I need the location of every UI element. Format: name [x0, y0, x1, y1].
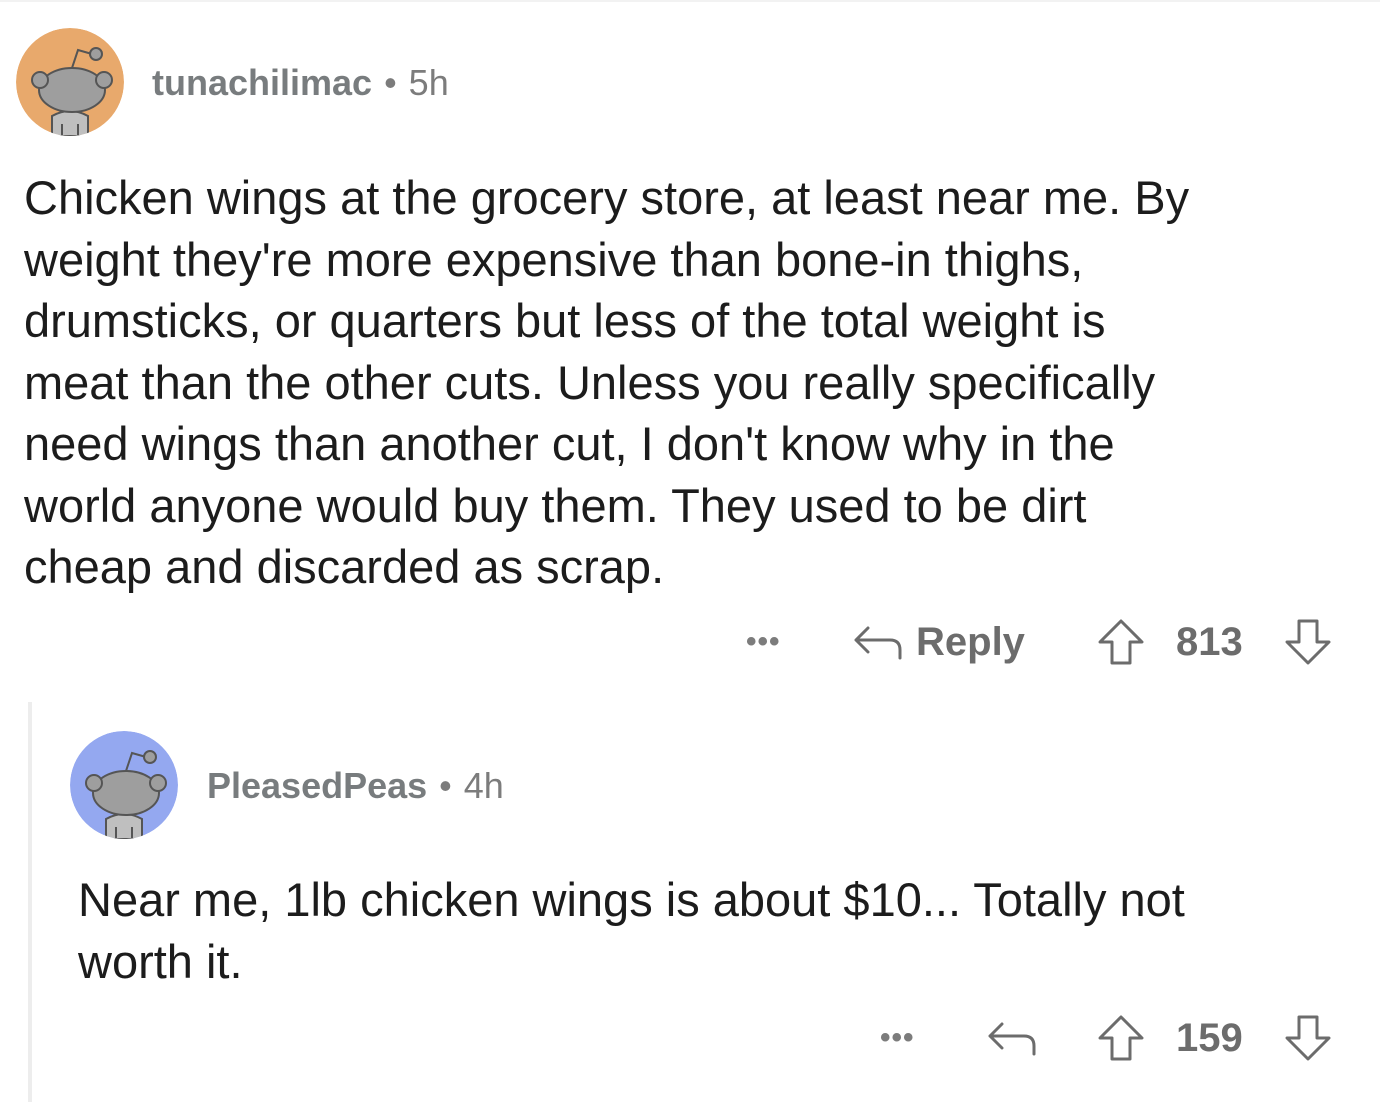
- upvote-arrow-icon: [1098, 619, 1144, 665]
- comment-body: Chicken wings at the grocery store, at l…: [24, 167, 1189, 598]
- snoo-avatar-icon: [16, 28, 124, 136]
- reply-button[interactable]: [986, 1013, 1050, 1063]
- comment-line: cheap and discarded as scrap.: [24, 540, 665, 593]
- comment-line: Chicken wings at the grocery store, at l…: [24, 171, 1190, 224]
- comment-actions: ••• Reply 813: [0, 617, 1380, 667]
- comment-body: Near me, 1lb chicken wings is about $10.…: [78, 869, 1185, 992]
- comment-line: Near me, 1lb chicken wings is about $10.…: [78, 873, 1185, 926]
- meta-separator: •: [384, 62, 397, 103]
- meta-separator: •: [439, 765, 452, 806]
- comment-line: drumsticks, or quarters but less of the …: [24, 294, 1106, 347]
- upvote-button[interactable]: [1096, 617, 1146, 667]
- comment-actions: ••• 159: [0, 1013, 1380, 1063]
- reply-button[interactable]: Reply: [852, 617, 1025, 667]
- comment-meta: PleasedPeas • 4h: [207, 765, 504, 807]
- snoo-avatar-icon: [70, 731, 178, 839]
- comment-line: weight they're more expensive than bone-…: [24, 232, 1084, 286]
- downvote-button[interactable]: [1283, 617, 1333, 667]
- reply-arrow-icon: [854, 626, 902, 660]
- upvote-arrow-icon: [1098, 1015, 1144, 1061]
- comment-line: worth it.: [78, 934, 243, 988]
- more-options-button[interactable]: •••: [880, 1013, 915, 1063]
- downvote-arrow-icon: [1285, 619, 1331, 665]
- reply-label: Reply: [916, 619, 1025, 664]
- more-options-button[interactable]: •••: [746, 617, 781, 667]
- comment-line: need wings than another cut, I don't kno…: [24, 417, 1115, 470]
- username[interactable]: PleasedPeas: [207, 765, 427, 806]
- upvote-button[interactable]: [1096, 1013, 1146, 1063]
- vote-score: 813: [1176, 619, 1243, 664]
- downvote-arrow-icon: [1285, 1015, 1331, 1061]
- reply-arrow-icon: [988, 1022, 1036, 1056]
- downvote-button[interactable]: [1283, 1013, 1333, 1063]
- vote-score: 159: [1176, 1015, 1243, 1060]
- comment-line: meat than the other cuts. Unless you rea…: [24, 355, 1156, 409]
- top-divider: [0, 0, 1380, 2]
- timestamp[interactable]: 4h: [464, 765, 504, 806]
- timestamp[interactable]: 5h: [409, 62, 449, 103]
- username[interactable]: tunachilimac: [152, 62, 372, 103]
- user-avatar[interactable]: [70, 731, 178, 839]
- comment-meta: tunachilimac • 5h: [152, 62, 449, 104]
- comment-line: world anyone would buy them. They used t…: [24, 478, 1087, 532]
- user-avatar[interactable]: [16, 28, 124, 136]
